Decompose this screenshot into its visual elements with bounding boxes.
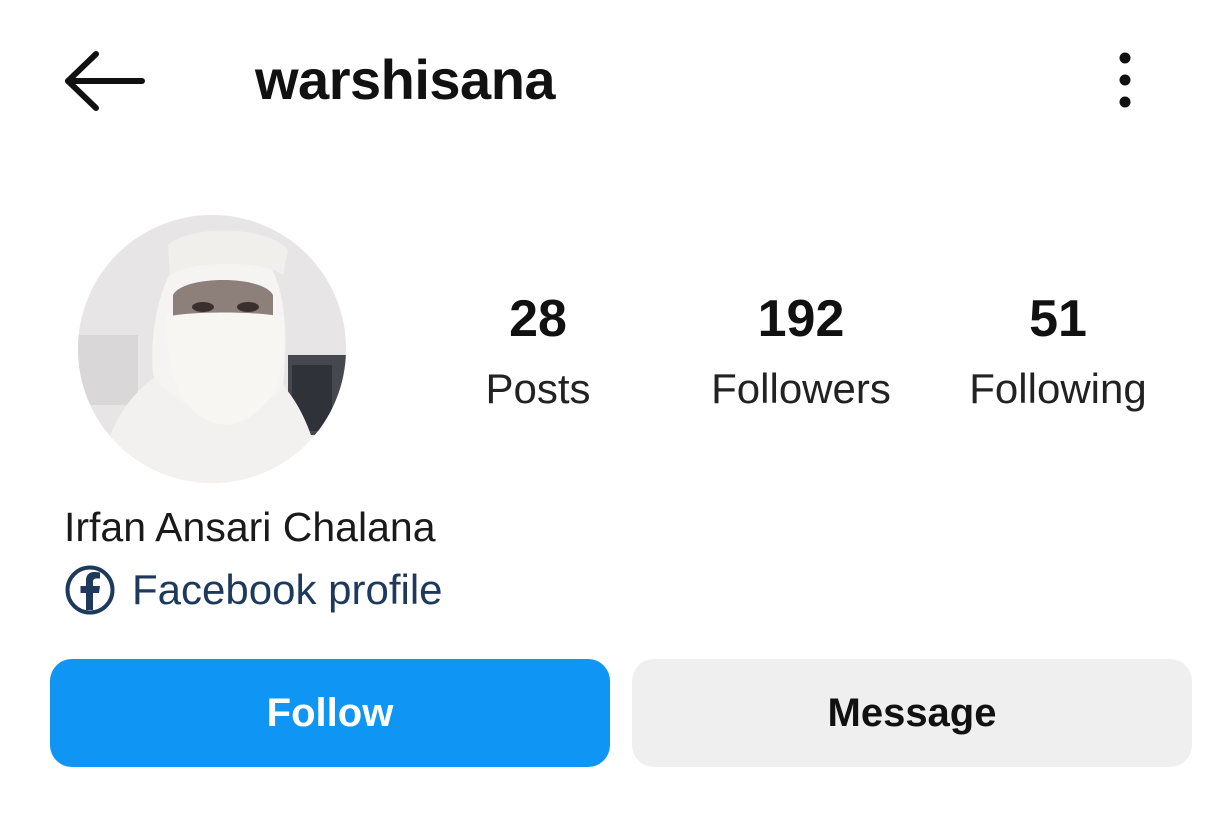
following-count: 51 xyxy=(1029,290,1087,348)
followers-label: Followers xyxy=(711,365,891,412)
profile-username: warshisana xyxy=(255,48,556,111)
profile-photo xyxy=(78,215,346,483)
top-bar: warshisana xyxy=(0,0,1224,160)
posts-label: Posts xyxy=(485,365,591,412)
profile-display-name: Irfan Ansari Chalana xyxy=(64,504,436,550)
profile-avatar[interactable] xyxy=(78,215,346,483)
facebook-profile-label: Facebook profile xyxy=(132,566,443,613)
back-button[interactable] xyxy=(60,48,150,114)
facebook-icon xyxy=(65,565,115,615)
followers-count: 192 xyxy=(757,290,845,348)
more-options-button[interactable] xyxy=(1100,46,1150,116)
posts-stat[interactable]: 28 Posts xyxy=(460,286,616,416)
following-label: Following xyxy=(969,365,1147,412)
follow-button[interactable]: Follow xyxy=(50,659,610,767)
posts-count: 28 xyxy=(509,290,567,348)
more-vertical-icon xyxy=(1119,52,1131,108)
facebook-profile-link[interactable]: Facebook profile xyxy=(64,560,443,620)
arrow-left-icon xyxy=(65,51,145,111)
message-button[interactable]: Message xyxy=(632,659,1192,767)
followers-stat[interactable]: 192 Followers xyxy=(688,286,914,416)
following-stat[interactable]: 51 Following xyxy=(950,286,1166,416)
